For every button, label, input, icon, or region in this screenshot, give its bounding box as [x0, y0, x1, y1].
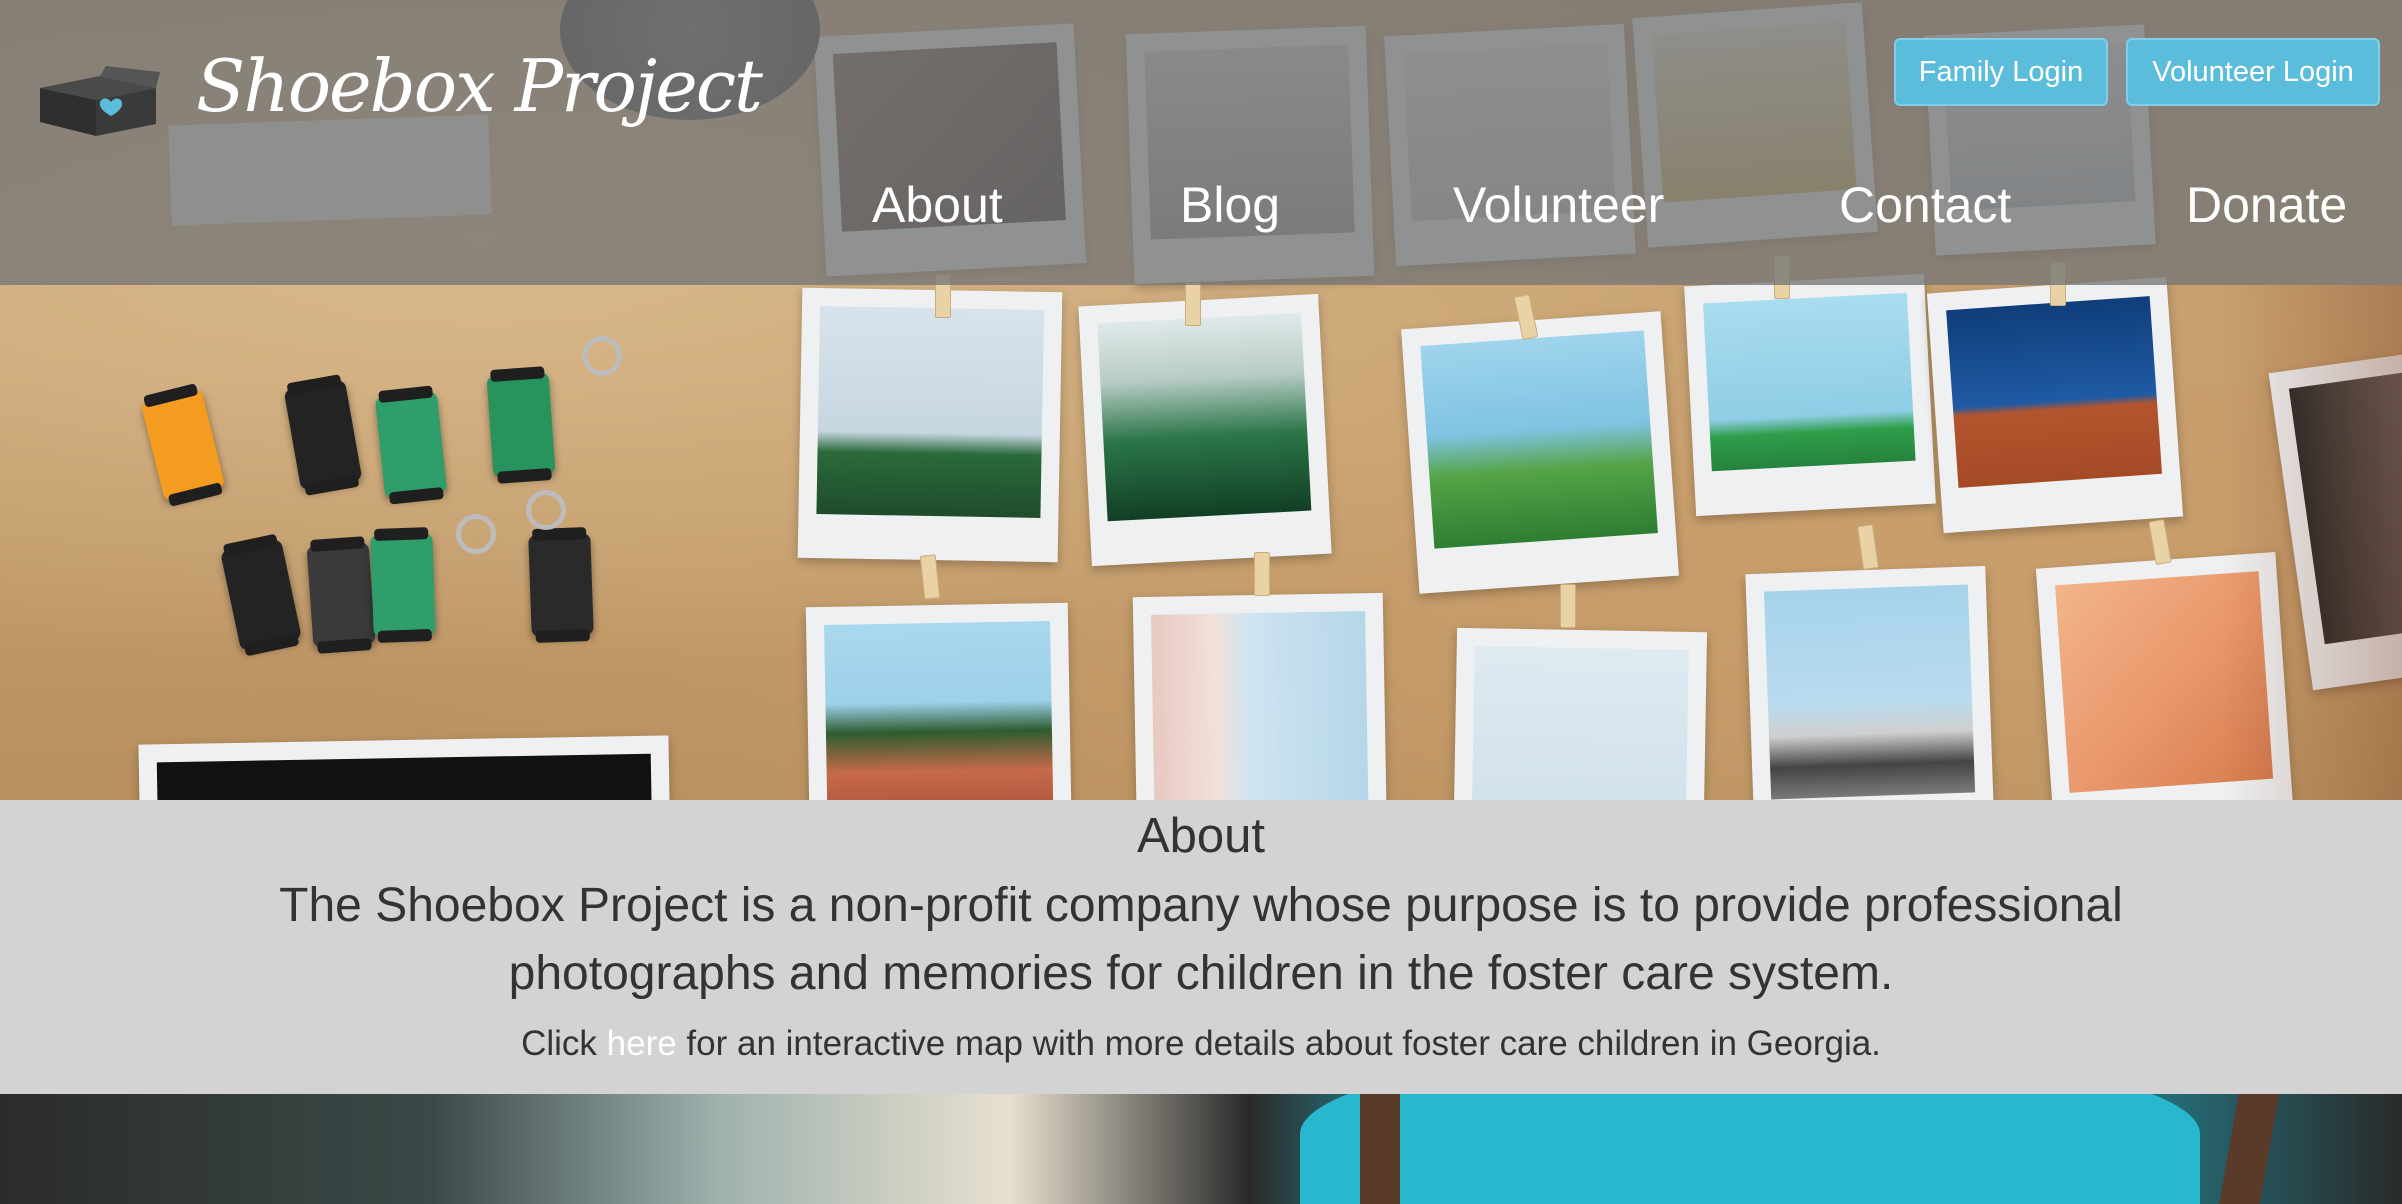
- hero-photo: [1745, 565, 1995, 800]
- cta-text-before: Click: [521, 1024, 607, 1063]
- film-canister: [283, 379, 363, 491]
- film-canister: [140, 388, 226, 502]
- film-canister: [486, 371, 556, 479]
- film-canister: [306, 541, 376, 649]
- keyring: [526, 490, 566, 530]
- cta-text-after: for an interactive map with more details…: [676, 1024, 1881, 1063]
- hero-photo: [1684, 273, 1936, 517]
- shoebox-heart-icon[interactable]: [36, 66, 160, 138]
- clothespin: [1857, 524, 1879, 570]
- nav-donate[interactable]: Donate: [2186, 176, 2347, 234]
- clothespin: [1560, 584, 1576, 628]
- film-canister: [220, 538, 302, 652]
- hero-shadow: [2222, 285, 2402, 800]
- volunteer-login-button[interactable]: Volunteer Login: [2126, 38, 2380, 106]
- nav-contact[interactable]: Contact: [1839, 176, 2011, 234]
- about-lead-text: The Shoebox Project is a non-profit comp…: [279, 879, 2123, 1000]
- about-heading: About: [1136, 809, 1266, 863]
- hero-photo: [1452, 627, 1708, 800]
- clothespin: [919, 554, 941, 600]
- secondary-hero-image: [0, 1094, 2402, 1204]
- hero-photo: [797, 287, 1063, 563]
- keyring: [582, 336, 622, 376]
- site-logo-wordmark[interactable]: Shoebox Project: [196, 44, 763, 128]
- photo-shirt: [1300, 1094, 2200, 1204]
- clothespin: [2148, 518, 2172, 566]
- keyring: [456, 514, 496, 554]
- nav-about[interactable]: About: [872, 176, 1003, 234]
- about-section: About The Shoebox Project is a non-profi…: [0, 800, 2402, 1094]
- family-login-button[interactable]: Family Login: [1894, 38, 2108, 106]
- nav-blog[interactable]: Blog: [1180, 176, 1280, 234]
- hero-photo: [805, 602, 1073, 800]
- hero-photo: [1132, 592, 1388, 800]
- camera-strap: [2218, 1094, 2282, 1204]
- hero-photo: [138, 735, 672, 800]
- clothespin: [1185, 282, 1201, 326]
- film-canister: [528, 532, 594, 638]
- about-map-cta: Click here for an interactive map with m…: [0, 1024, 2402, 1064]
- camera-strap: [1360, 1094, 1400, 1204]
- hero-photo: [1926, 276, 2184, 534]
- interactive-map-link[interactable]: here: [607, 1024, 677, 1063]
- clothespin: [1254, 552, 1270, 596]
- hero-photo: [1078, 293, 1332, 567]
- hero-photo: [1401, 311, 1679, 594]
- film-canister: [374, 391, 448, 499]
- nav-volunteer[interactable]: Volunteer: [1453, 176, 1664, 234]
- film-canister: [370, 532, 436, 638]
